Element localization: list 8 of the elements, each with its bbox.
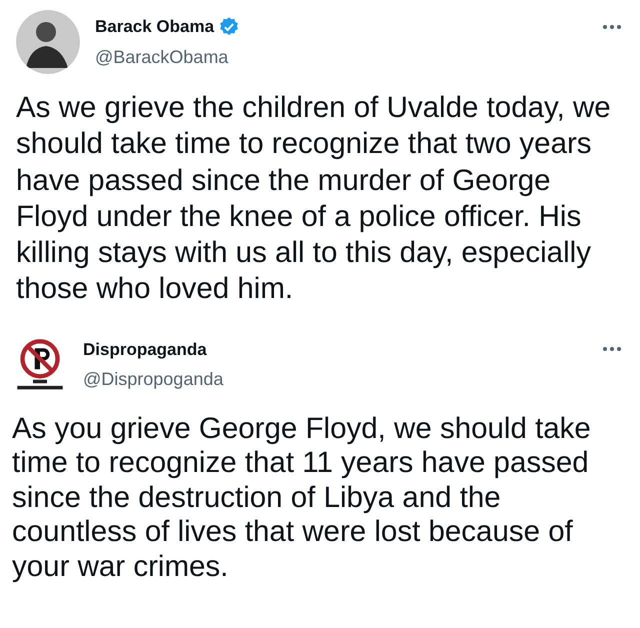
more-icon[interactable]: [602, 24, 622, 30]
user-name[interactable]: Barack Obama: [95, 17, 214, 37]
more-icon[interactable]: [602, 346, 622, 352]
user-handle[interactable]: @BarackObama: [95, 47, 602, 68]
tweet-text: As we grieve the children of Uvalde today, we should take time to recognize that two years have passed since the murder of George Floyd under the knee of a police officer. His killing stays with us all to this day, especially those who loved him.: [16, 90, 612, 308]
tweet-text: As you grieve George Floyd, we should take time to recognize that 11 years have passed since the destruction of Libya and the countless of lives that were lost because of your war crimes.: [12, 412, 592, 584]
user-name[interactable]: Dispropaganda: [83, 340, 207, 360]
user-handle[interactable]: @Dispropoganda: [83, 368, 602, 390]
